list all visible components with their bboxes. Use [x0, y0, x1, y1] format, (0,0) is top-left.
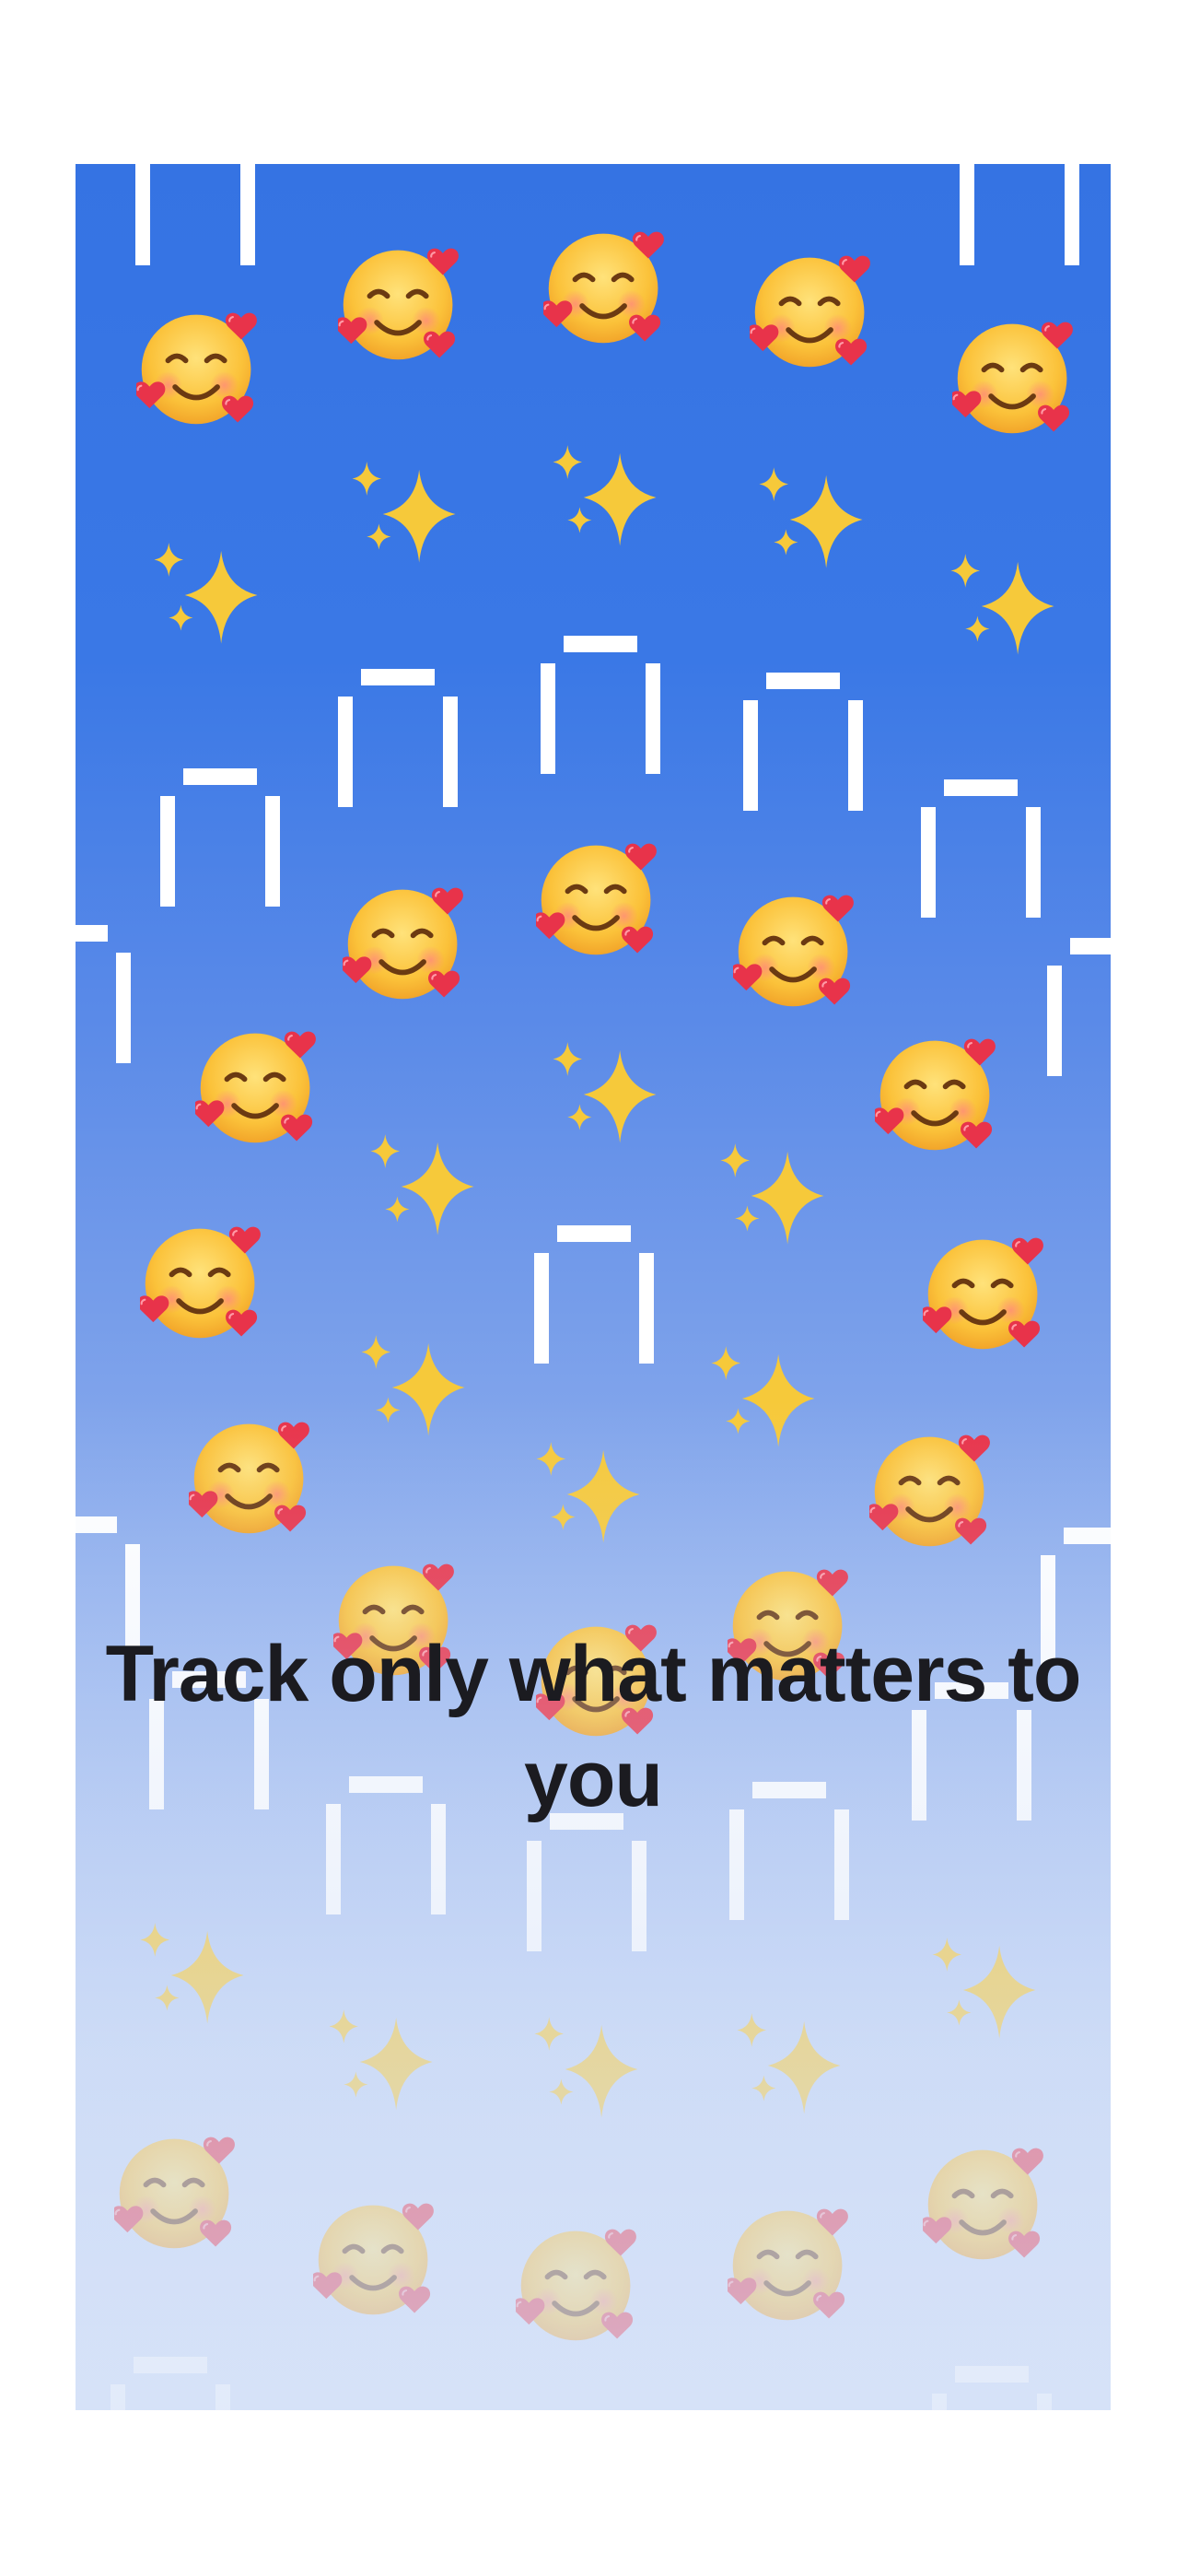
onboarding-headline: Track only what matters to you [105, 1630, 1082, 1823]
hero-panel [76, 164, 1111, 2410]
smiling-face-with-hearts-icon [111, 232, 1073, 2341]
sparkles-icon [140, 445, 1054, 2118]
emoji-pattern-background [76, 164, 1111, 2410]
onboarding-screen: Track only what matters to you [0, 0, 1188, 2576]
